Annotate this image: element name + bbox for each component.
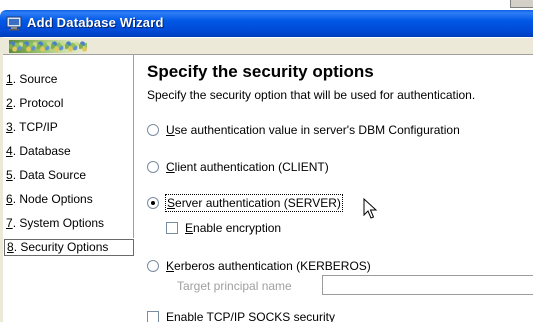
step-number: 3 [6,120,13,134]
step-number: 1 [6,72,13,86]
label-text: se authentication value in server's DBM … [174,123,460,137]
target-principal-input[interactable] [322,275,533,295]
step-source[interactable]: 1. Source [6,71,57,88]
option-label: Kerberos authentication (KERBEROS) [166,258,371,274]
radio-button[interactable] [147,260,159,272]
step-number: 5 [6,168,13,182]
step-number: 8 [7,240,14,254]
checkbox[interactable] [147,311,159,322]
mnemonic: E [185,221,194,235]
page-title: Specify the security options [147,62,374,81]
checkbox-label: Enable TCP/IP SOCKS security [166,310,335,322]
step-number: 6 [6,192,13,206]
label-text: lient authentication (CLIENT) [174,160,329,174]
wizard-body: 1. Source 2. Protocol 3. TCP/IP 4. Datab… [3,54,533,322]
step-number: 2 [6,96,13,110]
mnemonic: K [166,259,175,273]
step-number: 7 [6,216,13,230]
radio-button-selected[interactable] [147,197,159,209]
step-label: . Security Options [13,240,109,254]
wizard-window: Add Database Wizard 1. Source 2. Protoco… [0,10,533,322]
step-protocol[interactable]: 2. Protocol [6,95,63,112]
mnemonic: C [166,160,175,174]
title-bar[interactable]: Add Database Wizard [0,10,533,37]
step-data-source[interactable]: 5. Data Source [6,167,86,184]
step-security-options[interactable]: 8. Security Options [4,239,134,256]
step-label: . Database [12,144,71,158]
step-label: . Node Options [12,192,93,206]
option-label: Server authentication (SERVER) [165,194,343,212]
option-label: Client authentication (CLIENT) [166,159,329,175]
window-title: Add Database Wizard [27,15,164,30]
checkbox-label: Enable encryption [185,220,281,236]
page-description: Specify the security option that will be… [147,88,476,102]
target-principal-label: Target principal name [177,279,292,293]
checkbox[interactable] [166,222,178,234]
sidebar-divider [133,55,134,238]
radio-button[interactable] [147,161,159,173]
step-label: . System Options [12,216,105,230]
step-node-options[interactable]: 6. Node Options [6,191,93,208]
background-window-edge [510,0,533,8]
step-system-options[interactable]: 7. System Options [6,215,104,232]
step-label: . Protocol [12,96,64,110]
step-label: . Data Source [12,168,87,182]
database-wizard-icon [6,16,22,31]
step-database[interactable]: 4. Database [6,143,71,160]
radio-button[interactable] [147,124,159,136]
option-label: Use authentication value in server's DBM… [166,122,460,138]
wizard-banner [3,37,533,54]
step-number: 4 [6,144,13,158]
mnemonic: S [167,196,176,210]
step-label: . Source [12,72,58,86]
label-text: erberos authentication (KERBEROS) [174,259,371,273]
banner-graphic [9,40,87,53]
step-tcpip[interactable]: 3. TCP/IP [6,119,58,136]
label-text: nable encryption [193,221,282,235]
mnemonic: U [166,123,175,137]
mouse-pointer-icon [363,198,377,219]
wizard-steps-sidebar: 1. Source 2. Protocol 3. TCP/IP 4. Datab… [3,55,134,322]
step-label: . TCP/IP [12,120,58,134]
label-text: erver authentication (SERVER) [175,196,341,210]
